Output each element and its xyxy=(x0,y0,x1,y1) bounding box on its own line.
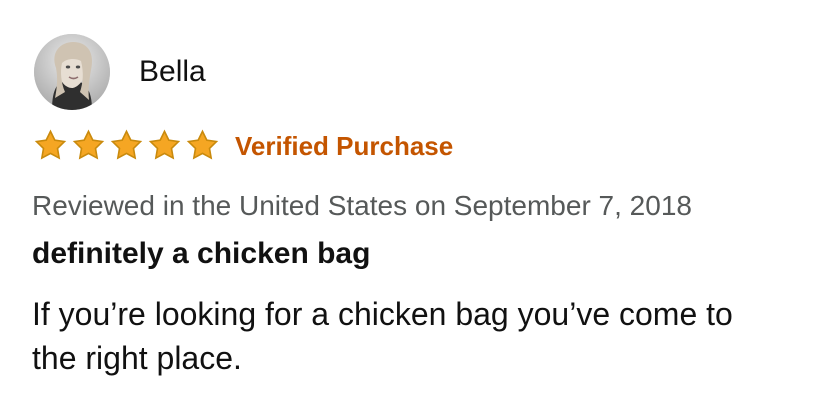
reviewer-profile[interactable]: Bella xyxy=(34,34,206,110)
star-rating[interactable] xyxy=(32,128,221,163)
review-date: Reviewed in the United States on Septemb… xyxy=(32,190,692,221)
star-icon xyxy=(186,129,219,160)
avatar-photo xyxy=(34,34,110,110)
review-body: If you’re looking for a chicken bag you’… xyxy=(32,296,733,376)
rating-row: Verified Purchase xyxy=(32,128,453,163)
star-icon xyxy=(110,129,143,160)
reviewer-avatar[interactable] xyxy=(34,34,110,110)
customer-review: Bella Verified Purchase Reviewed in the … xyxy=(0,0,822,402)
reviewer-name[interactable]: Bella xyxy=(139,54,206,90)
star-icon xyxy=(34,129,67,160)
verified-purchase-badge: Verified Purchase xyxy=(235,130,454,161)
star-icon xyxy=(72,129,105,160)
star-icon xyxy=(148,129,181,160)
review-title: definitely a chicken bag xyxy=(32,237,371,270)
